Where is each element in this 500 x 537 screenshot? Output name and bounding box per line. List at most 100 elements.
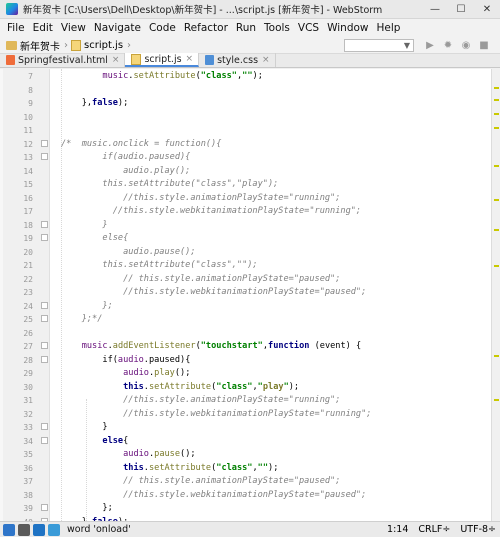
warning-marker[interactable] [494,99,499,101]
tab-label: script.js [144,53,182,65]
run-configuration-select[interactable]: ▼ [344,38,414,52]
code-line[interactable]: 11 [3,123,491,137]
minimize-button[interactable]: — [422,0,448,19]
breadcrumb-file[interactable]: script.js [84,40,123,51]
code-line[interactable]: 10 [3,110,491,124]
code-line[interactable]: 22 // this.style.animationPlayState="pau… [3,272,491,286]
code-line[interactable]: 24 }; [3,299,491,313]
code-line[interactable]: 18 } [3,218,491,232]
close-tab-icon[interactable]: × [112,55,120,65]
code-line[interactable]: 7 music.setAttribute("class",""); [3,69,491,83]
maximize-button[interactable]: ☐ [448,0,474,19]
windows-icon[interactable] [3,523,15,536]
line-number: 10 [23,112,33,122]
stop-icon[interactable]: ■ [476,38,492,52]
menu-window[interactable]: Window [327,22,368,34]
code-editor[interactable]: 7 music.setAttribute("class",""); 8 9 },fa… [0,69,491,521]
line-number: 25 [23,315,33,324]
code-line[interactable]: 32 //this.style.webkitanimationPlayState… [3,407,491,421]
code-line[interactable]: 31 //this.style.animationPlayState="runn… [3,393,491,407]
code-line[interactable]: 34 else{ [3,434,491,448]
menu-run[interactable]: Run [236,22,256,34]
line-number: 36 [23,463,33,473]
warning-marker[interactable] [494,355,499,357]
fold-marker-icon[interactable] [41,342,48,349]
code-line[interactable]: 30 this.setAttribute("class","play"); [3,380,491,394]
tab-script-js[interactable]: script.js × [125,53,200,67]
fold-marker-icon[interactable] [41,436,48,444]
code-line[interactable]: 20 audio.pause(); [3,245,491,259]
code-line[interactable]: 28 if(audio.paused){ [3,353,491,367]
fold-marker-icon[interactable] [41,139,48,147]
code-line[interactable]: 29 audio.play(); [3,366,491,380]
menu-view[interactable]: View [61,22,86,34]
fold-marker-icon[interactable] [41,234,48,241]
run-icon[interactable]: ▶ [422,38,438,52]
code-line[interactable]: 38 //this.style.webkitanimationPlayState… [3,488,491,502]
warning-marker[interactable] [494,113,499,115]
file-encoding[interactable]: UTF-8÷ [460,524,496,535]
tab-style-css[interactable]: style.css × [199,53,276,67]
editor-scrollbar[interactable] [491,69,500,521]
code-line[interactable]: 26 [3,326,491,340]
breadcrumb-project[interactable]: 新年贺卡 [20,38,60,53]
menu-edit[interactable]: Edit [33,22,53,34]
menu-file[interactable]: File [7,22,25,34]
code-line[interactable]: 37 // this.style.animationPlayState="pau… [3,474,491,488]
code-line[interactable]: 35 audio.pause(); [3,447,491,461]
code-line[interactable]: 25 };*/ [3,312,491,326]
fold-marker-icon[interactable] [41,504,48,511]
code-line[interactable]: 16 //this.style.animationPlayState="runn… [3,191,491,205]
coverage-icon[interactable]: ◉ [458,38,474,52]
app-icon[interactable] [48,523,60,536]
menu-navigate[interactable]: Navigate [94,22,141,34]
code-line[interactable]: 14 audio.play(); [3,164,491,178]
navigation-bar: 新年贺卡 › script.js › ▼ ▶ ✹ ◉ ■ [0,37,500,54]
close-tab-icon[interactable]: × [262,55,270,65]
menu-help[interactable]: Help [377,22,401,34]
close-button[interactable]: ✕ [474,0,500,19]
shirt-icon[interactable] [33,523,45,536]
warning-marker[interactable] [494,265,499,267]
code-line[interactable]: 21 this.setAttribute("class",""); [3,258,491,272]
code-line[interactable]: 33 } [3,420,491,434]
warning-marker[interactable] [494,199,499,201]
close-tab-icon[interactable]: × [186,54,194,64]
code-line[interactable]: 17 //this.style.webkitanimationPlayState… [3,204,491,218]
code-line[interactable]: 36 this.setAttribute("class",""); [3,461,491,475]
line-number: 17 [23,207,33,216]
tab-springfestival-html[interactable]: Springfestival.html × [0,53,126,67]
fold-marker-icon[interactable] [41,301,48,309]
code-line[interactable]: 23 //this.style.webkitanimationPlayState… [3,285,491,299]
caret-position[interactable]: 1:14 [387,524,408,535]
code-line[interactable]: 19 else{ [3,231,491,245]
line-number: 12 [23,139,33,149]
javascript-file-icon [71,39,81,51]
menu-refactor[interactable]: Refactor [184,22,228,34]
code-line[interactable]: 9 },false); [3,96,491,110]
warning-marker[interactable] [494,165,499,167]
fold-marker-icon[interactable] [41,315,48,322]
code-line[interactable]: 39 }; [3,501,491,515]
fold-marker-icon[interactable] [41,423,48,430]
code-line[interactable]: 27 music.addEventListener("touchstart",f… [3,339,491,353]
code-line[interactable]: 8 [3,83,491,97]
code-line[interactable]: 15 this.setAttribute("class","play"); [3,177,491,191]
line-number: 20 [23,247,33,257]
menu-tools[interactable]: Tools [264,22,290,34]
warning-marker[interactable] [494,399,499,401]
code-line[interactable]: 13 if(audio.paused){ [3,150,491,164]
warning-marker[interactable] [494,127,499,129]
menu-vcs[interactable]: VCS [298,22,319,34]
fold-marker-icon[interactable] [41,355,48,363]
debug-icon[interactable]: ✹ [440,38,456,52]
line-number: 11 [23,126,33,135]
code-line[interactable]: 12 /* music.onclick = function(){ [3,137,491,151]
fold-marker-icon[interactable] [41,153,48,160]
person-icon[interactable] [18,523,30,536]
line-separator[interactable]: CRLF÷ [418,524,450,535]
menu-code[interactable]: Code [149,22,176,34]
fold-marker-icon[interactable] [41,220,48,228]
warning-marker[interactable] [494,229,499,231]
warning-marker[interactable] [494,87,499,89]
